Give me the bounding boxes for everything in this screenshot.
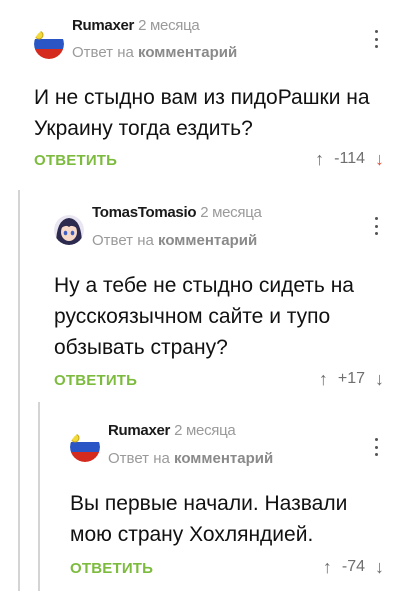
author-name[interactable]: Rumaxer 2 месяца: [108, 422, 236, 439]
comment-age: 2 месяца: [200, 204, 262, 221]
reply-button[interactable]: ОТВЕТИТЬ: [54, 372, 137, 389]
russia-flag-icon: [34, 29, 64, 59]
russia-flag-icon: [70, 432, 100, 462]
reply-button[interactable]: ОТВЕТИТЬ: [34, 152, 117, 169]
comment-2: TomasTomasio 2 месяца Ответ на комментари…: [0, 190, 400, 402]
comment-3: Rumaxer 2 месяца Ответ на комментарий Вы …: [0, 402, 400, 591]
avatar[interactable]: [54, 215, 84, 245]
reply-button[interactable]: ОТВЕТИТЬ: [70, 560, 153, 577]
rating-value: +17: [337, 370, 365, 387]
anime-avatar-icon: [54, 215, 84, 245]
more-options-icon[interactable]: [371, 217, 381, 235]
comment-text: И не стыдно вам из пидоРашки на Украину …: [34, 86, 370, 140]
rating-value: -74: [341, 558, 365, 575]
more-options-icon[interactable]: [371, 30, 381, 48]
reply-to-info: Ответ на комментарий: [72, 44, 238, 61]
reply-to-info: Ответ на комментарий: [108, 450, 274, 467]
more-options-icon[interactable]: [371, 438, 381, 456]
downvote-icon[interactable]: ↓: [375, 150, 384, 168]
comment-text: Вы первые начали. Назвали мою страну Хох…: [70, 492, 348, 546]
rating-controls: ↑ -114 ↓: [315, 150, 384, 168]
comment-age: 2 месяца: [138, 17, 200, 34]
avatar[interactable]: [34, 29, 64, 59]
downvote-icon[interactable]: ↓: [375, 558, 384, 576]
comment-age: 2 месяца: [174, 422, 236, 439]
reply-to-link[interactable]: комментарий: [158, 232, 257, 249]
reply-to-link[interactable]: комментарий: [138, 44, 237, 61]
rating-value: -114: [334, 150, 365, 167]
comment-text: Ну а тебе не стыдно сидеть на русскоязыч…: [54, 274, 354, 359]
rating-controls: ↑ -74 ↓: [323, 558, 384, 576]
downvote-icon[interactable]: ↓: [375, 370, 384, 388]
upvote-icon[interactable]: ↑: [315, 150, 324, 168]
reply-to-info: Ответ на комментарий: [92, 232, 258, 249]
reply-to-link[interactable]: комментарий: [174, 450, 273, 467]
rating-controls: ↑ +17 ↓: [319, 370, 384, 388]
upvote-icon[interactable]: ↑: [323, 558, 332, 576]
comment-1: Rumaxer 2 месяца Ответ на комментарий И н…: [0, 0, 400, 190]
author-name[interactable]: Rumaxer 2 месяца: [72, 17, 200, 34]
upvote-icon[interactable]: ↑: [319, 370, 328, 388]
author-name[interactable]: TomasTomasio 2 месяца: [92, 204, 262, 221]
avatar[interactable]: [70, 432, 100, 462]
